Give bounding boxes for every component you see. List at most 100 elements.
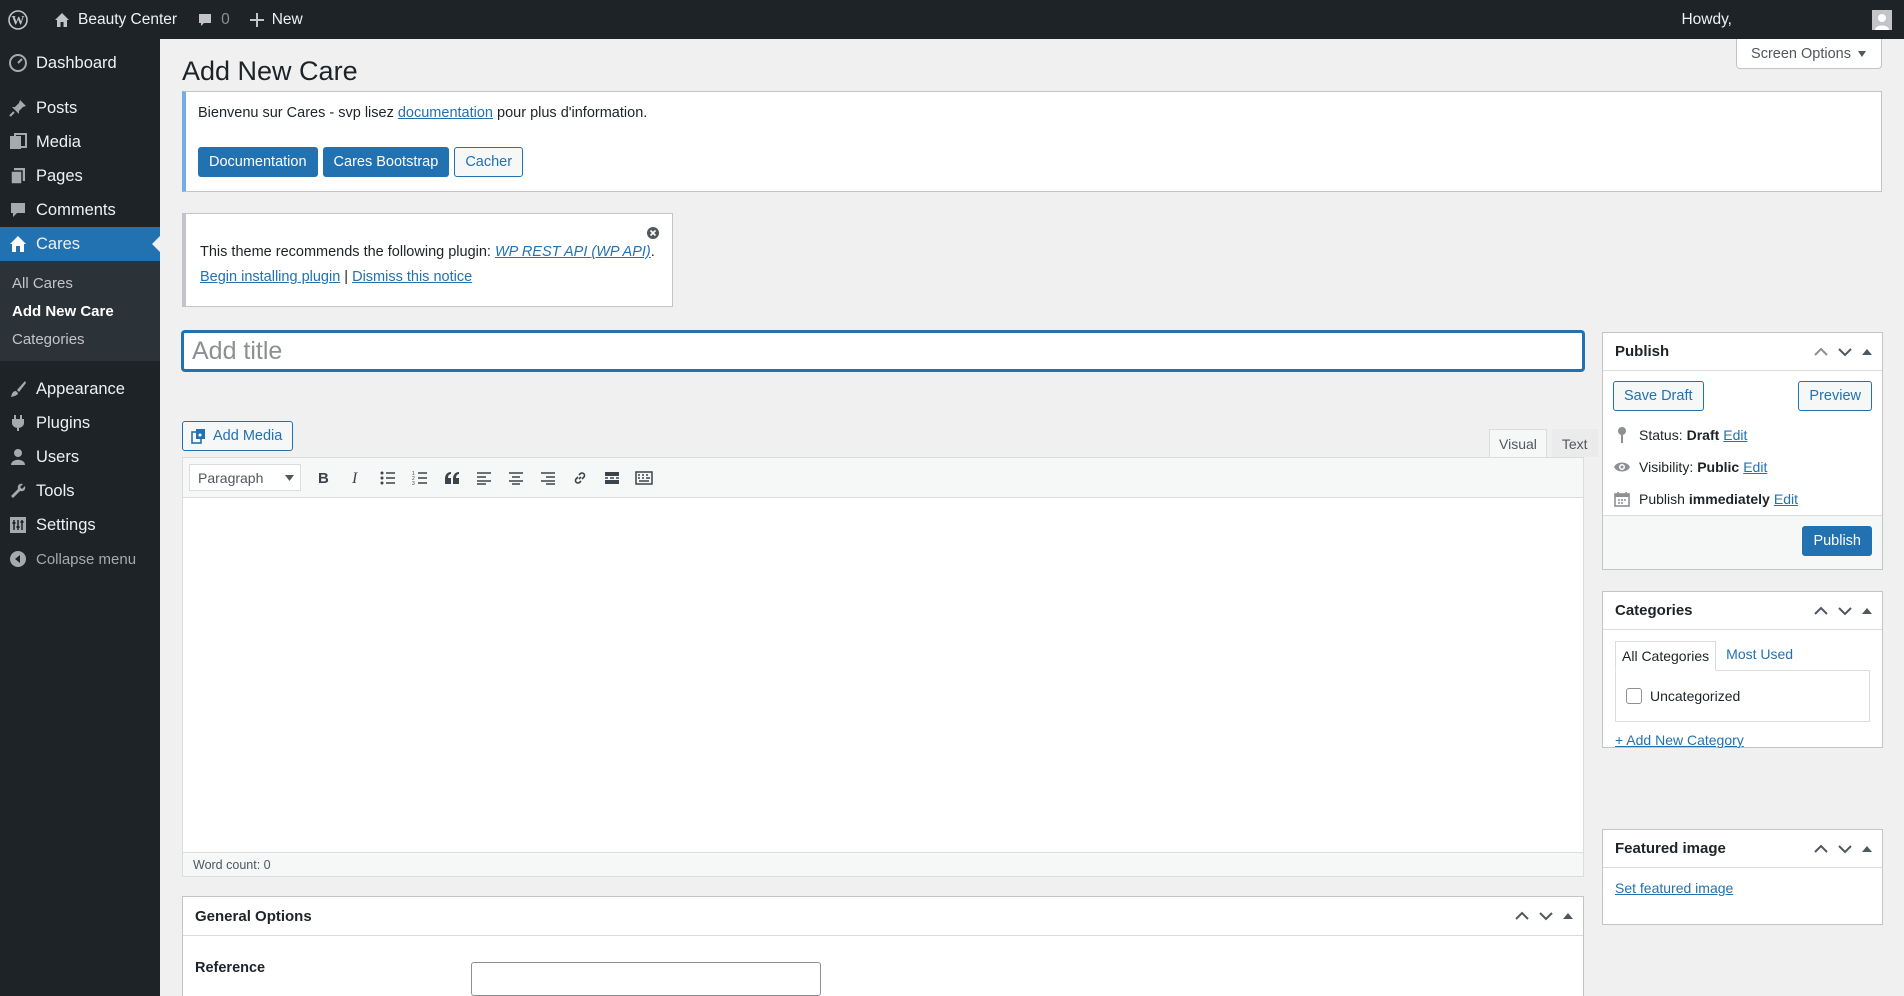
- menu-label: Users: [36, 447, 80, 466]
- content-editor: Paragraph B I 123 Word count: 0: [182, 457, 1584, 877]
- preview-button[interactable]: Preview: [1798, 381, 1872, 411]
- menu-posts[interactable]: Posts: [0, 91, 160, 125]
- numbered-list-icon[interactable]: 123: [407, 465, 433, 491]
- editor-tabs: Visual Text: [1484, 429, 1598, 457]
- publish-footer: Publish: [1603, 515, 1882, 569]
- dismiss-x-icon[interactable]: [646, 226, 660, 240]
- menu-users[interactable]: Users: [0, 440, 160, 474]
- avatar[interactable]: [1872, 9, 1892, 30]
- uncategorized-checkbox[interactable]: [1626, 688, 1642, 704]
- status-label: Status:: [1639, 427, 1683, 443]
- editor-body[interactable]: [183, 498, 1583, 851]
- edit-visibility-link[interactable]: Edit: [1743, 459, 1767, 475]
- publish-button[interactable]: Publish: [1802, 526, 1872, 556]
- toolbar-toggle-icon[interactable]: [631, 465, 657, 491]
- documentation-button[interactable]: Documentation: [198, 147, 318, 177]
- comments-link[interactable]: 0: [187, 0, 240, 39]
- categories-box: Categories All Categories Most Used Unca…: [1602, 591, 1883, 748]
- tab-text[interactable]: Text: [1551, 429, 1598, 457]
- align-left-icon[interactable]: [471, 465, 497, 491]
- menu-settings[interactable]: Settings: [0, 508, 160, 542]
- menu-label: Appearance: [36, 379, 125, 398]
- move-down-icon[interactable]: [1539, 911, 1553, 921]
- submenu-all-cares[interactable]: All Cares: [0, 269, 160, 297]
- format-value: Paragraph: [198, 469, 264, 486]
- move-up-icon[interactable]: [1814, 606, 1828, 616]
- site-name: Beauty Center: [78, 10, 178, 28]
- reference-input[interactable]: [471, 962, 821, 996]
- bullet-list-icon[interactable]: [375, 465, 401, 491]
- move-down-icon[interactable]: [1838, 844, 1852, 854]
- add-media-button[interactable]: Add Media: [182, 421, 294, 451]
- pin-icon: [8, 98, 28, 118]
- dismiss-notice-link[interactable]: Dismiss this notice: [352, 269, 472, 285]
- menu-cares[interactable]: Cares: [0, 227, 160, 261]
- media-icon: [8, 132, 28, 152]
- menu-label: Plugins: [36, 413, 91, 432]
- visibility-value: Public: [1697, 459, 1740, 475]
- cares-bootstrap-button[interactable]: Cares Bootstrap: [322, 147, 450, 177]
- read-more-icon[interactable]: [599, 465, 625, 491]
- menu-dashboard[interactable]: Dashboard: [0, 46, 160, 80]
- edit-status-link[interactable]: Edit: [1723, 427, 1747, 443]
- toggle-panel-icon[interactable]: [1862, 607, 1872, 615]
- plugin-notice-period: .: [650, 244, 655, 260]
- toggle-panel-icon[interactable]: [1563, 912, 1573, 920]
- editor-toolbar: Paragraph B I 123: [183, 458, 1583, 498]
- menu-label: Comments: [36, 200, 116, 219]
- begin-installing-link[interactable]: Begin installing plugin: [200, 269, 340, 285]
- wordpress-logo-menu[interactable]: W: [0, 0, 44, 39]
- blockquote-icon[interactable]: [439, 465, 465, 491]
- brush-icon: [8, 379, 28, 399]
- tab-most-used[interactable]: Most Used: [1716, 640, 1799, 670]
- new-content-menu[interactable]: New: [240, 0, 313, 39]
- howdy-text[interactable]: Howdy,: [1681, 11, 1732, 29]
- bold-icon[interactable]: B: [311, 465, 337, 491]
- hide-button[interactable]: Cacher: [454, 147, 524, 177]
- move-up-icon[interactable]: [1515, 911, 1529, 921]
- screen-options-button[interactable]: Screen Options: [1736, 39, 1882, 69]
- documentation-link[interactable]: documentation: [398, 105, 493, 121]
- italic-icon[interactable]: I: [343, 465, 369, 491]
- wordpress-logo-icon: W: [8, 9, 36, 30]
- svg-text:B: B: [318, 470, 329, 486]
- page-title: Add New Care: [182, 56, 358, 86]
- edit-publish-time-link[interactable]: Edit: [1774, 491, 1798, 507]
- home-icon: [8, 234, 28, 254]
- save-draft-button[interactable]: Save Draft: [1613, 381, 1704, 411]
- toggle-panel-icon[interactable]: [1862, 348, 1872, 356]
- publish-time-row: Publish immediately Edit: [1603, 485, 1882, 513]
- format-select[interactable]: Paragraph: [189, 464, 301, 491]
- align-center-icon[interactable]: [503, 465, 529, 491]
- menu-pages[interactable]: Pages: [0, 159, 160, 193]
- collapse-menu-button[interactable]: Collapse menu: [0, 542, 160, 576]
- submenu-categories[interactable]: Categories: [0, 325, 160, 353]
- link-icon[interactable]: [567, 465, 593, 491]
- set-featured-image-link[interactable]: Set featured image: [1615, 880, 1733, 896]
- move-up-icon[interactable]: [1814, 844, 1828, 854]
- move-down-icon[interactable]: [1838, 347, 1852, 357]
- menu-tools[interactable]: Tools: [0, 474, 160, 508]
- eye-icon: [1613, 461, 1631, 473]
- toggle-panel-icon[interactable]: [1862, 845, 1872, 853]
- menu-appearance[interactable]: Appearance: [0, 372, 160, 406]
- plugin-recommendation-notice: This theme recommends the following plug…: [182, 213, 673, 307]
- menu-plugins[interactable]: Plugins: [0, 406, 160, 440]
- site-name-link[interactable]: Beauty Center: [44, 0, 187, 39]
- plugin-link[interactable]: WP REST API (WP API): [495, 244, 651, 260]
- menu-media[interactable]: Media: [0, 125, 160, 159]
- submenu-add-new-care[interactable]: Add New Care: [0, 297, 160, 325]
- post-title-input[interactable]: Add title: [182, 331, 1584, 371]
- move-down-icon[interactable]: [1838, 606, 1852, 616]
- admin-sidebar: Dashboard Posts Media Pages Comments Car…: [0, 39, 160, 996]
- add-new-category-link[interactable]: + Add New Category: [1615, 732, 1744, 748]
- comment-bubble-icon: [197, 12, 221, 28]
- move-up-icon[interactable]: [1814, 347, 1828, 357]
- status-row: Status: Draft Edit: [1603, 421, 1882, 449]
- tab-visual[interactable]: Visual: [1489, 429, 1547, 457]
- welcome-text-end: pour plus d'information.: [492, 105, 648, 121]
- tab-all-categories[interactable]: All Categories: [1615, 641, 1717, 671]
- align-right-icon[interactable]: [535, 465, 561, 491]
- menu-comments[interactable]: Comments: [0, 193, 160, 227]
- menu-label: Collapse menu: [36, 550, 137, 568]
